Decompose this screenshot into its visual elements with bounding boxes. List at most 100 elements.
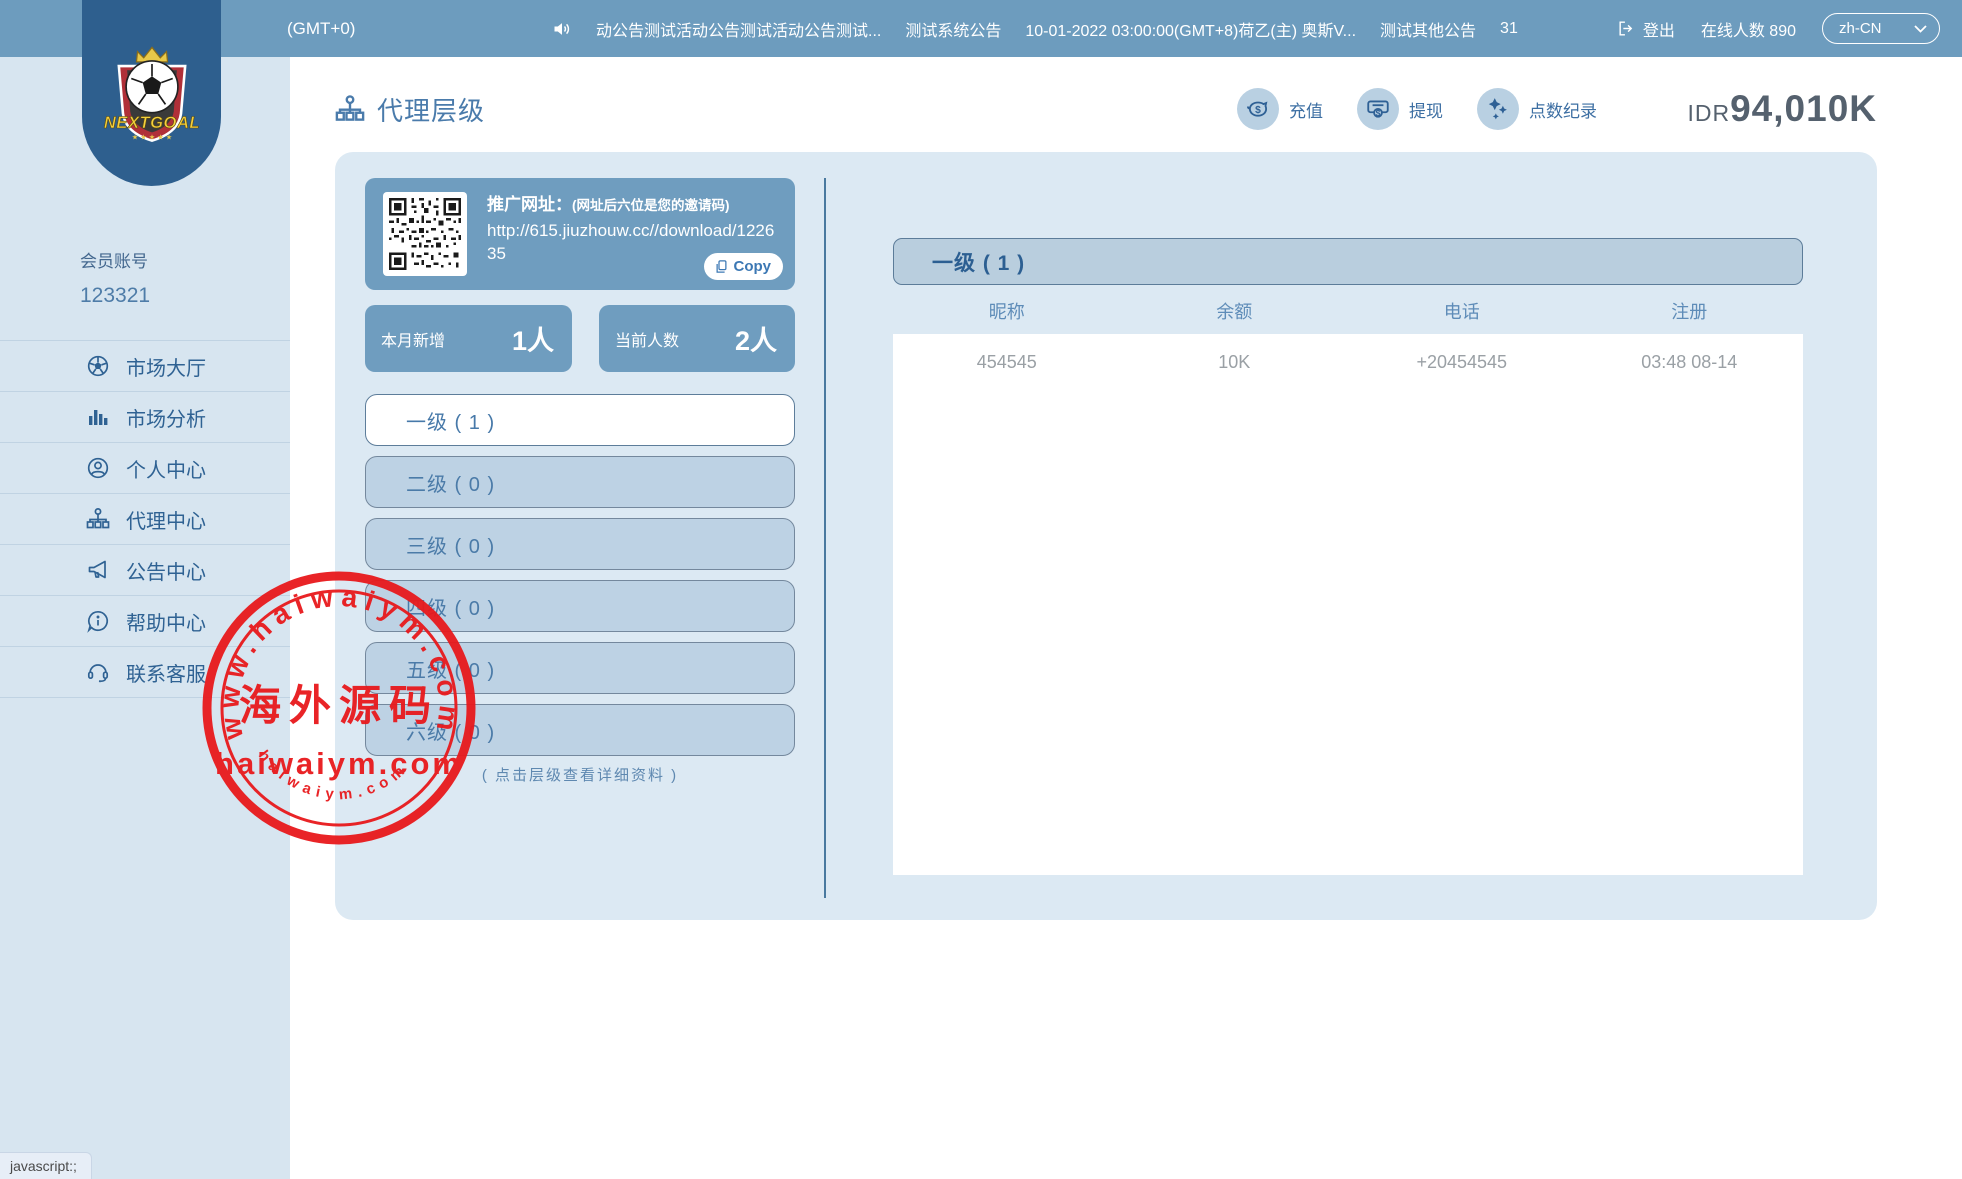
sidebar: 会员账号 123321 市场大厅 bbox=[0, 57, 290, 1179]
topbar: (GMT+0) 动公告测试活动公告测试活动公告测试... 测试系统公告 10-0… bbox=[0, 0, 1962, 57]
sidebar-item-market-hall[interactable]: 市场大厅 bbox=[0, 341, 290, 392]
column-header: 昵称 bbox=[893, 298, 1121, 324]
points-record-button[interactable]: 点数纪录 bbox=[1477, 88, 1597, 130]
sitemap-icon bbox=[86, 507, 110, 531]
stat-label: 当前人数 bbox=[615, 327, 679, 351]
copy-icon bbox=[714, 259, 729, 274]
page-title: 代理层级 bbox=[377, 91, 485, 128]
logo[interactable]: NEXTGOAL ★ ★ ★ ★ ★ bbox=[82, 0, 221, 186]
info-icon bbox=[86, 609, 110, 633]
ticker-item[interactable]: 10-01-2022 03:00:00(GMT+8)荷乙(主) 奥斯V... bbox=[1025, 17, 1356, 41]
vertical-divider bbox=[824, 178, 826, 898]
sidebar-item-help-center[interactable]: 帮助中心 bbox=[0, 596, 290, 647]
brand-stars: ★ ★ ★ ★ ★ bbox=[131, 133, 172, 142]
withdraw-button[interactable]: $ 提现 bbox=[1357, 88, 1443, 130]
column-header: 余额 bbox=[1121, 298, 1349, 324]
language-select[interactable]: zh-CN bbox=[1822, 13, 1940, 44]
ticker-item[interactable]: 测试其他公告 bbox=[1380, 17, 1476, 41]
sidebar-item-personal-center[interactable]: 个人中心 bbox=[0, 443, 290, 494]
promo-hint: (网址后六位是您的邀请码) bbox=[572, 198, 730, 213]
sidebar-item-label: 联系客服 bbox=[126, 658, 206, 687]
agent-panel: 推广网址：(网址后六位是您的邀请码) http://615.jiuzhouw.c… bbox=[335, 152, 1877, 920]
level-button-2[interactable]: 二级 ( 0 ) bbox=[365, 456, 795, 508]
piggy-bank-icon: $ bbox=[1237, 88, 1279, 130]
level-button-3[interactable]: 三级 ( 0 ) bbox=[365, 518, 795, 570]
qr-code bbox=[383, 192, 467, 276]
level-button-4[interactable]: 四级 ( 0 ) bbox=[365, 580, 795, 632]
stat-label: 本月新增 bbox=[381, 327, 445, 351]
balance-value: 94,010K bbox=[1730, 88, 1877, 130]
sitemap-icon bbox=[335, 94, 365, 124]
withdraw-icon: $ bbox=[1357, 88, 1399, 130]
promo-title-text: 推广网址： bbox=[487, 195, 572, 214]
user-icon bbox=[86, 456, 110, 480]
timezone-label: (GMT+0) bbox=[287, 0, 355, 57]
sidebar-item-market-analysis[interactable]: 市场分析 bbox=[0, 392, 290, 443]
account-label: 会员账号 bbox=[80, 247, 290, 272]
stat-value: 2人 bbox=[735, 319, 777, 358]
sidebar-menu: 市场大厅 市场分析 bbox=[0, 340, 290, 698]
logout-icon bbox=[1617, 19, 1636, 38]
sidebar-item-label: 个人中心 bbox=[126, 454, 206, 483]
column-header: 电话 bbox=[1348, 298, 1576, 324]
status-bar-link-preview: javascript:; bbox=[0, 1152, 92, 1179]
level-button-1[interactable]: 一级 ( 1 ) bbox=[365, 394, 795, 446]
level-button-6[interactable]: 六级 ( 0 ) bbox=[365, 704, 795, 756]
online-count: 在线人数 890 bbox=[1701, 17, 1796, 41]
level-label: 五级 ( 0 ) bbox=[406, 654, 495, 683]
sidebar-item-contact-support[interactable]: 联系客服 bbox=[0, 647, 290, 698]
balance-currency: IDR bbox=[1687, 100, 1730, 127]
level-label: 六级 ( 0 ) bbox=[406, 716, 495, 745]
chevron-down-icon bbox=[1914, 25, 1927, 33]
points-record-label: 点数纪录 bbox=[1529, 97, 1597, 122]
level-label: 四级 ( 0 ) bbox=[406, 592, 495, 621]
account-value: 123321 bbox=[80, 284, 290, 308]
sidebar-item-agent-center[interactable]: 代理中心 bbox=[0, 494, 290, 545]
sidebar-item-label: 帮助中心 bbox=[126, 607, 206, 636]
table-row: 454545 10K +20454545 03:48 08-14 bbox=[893, 334, 1803, 390]
column-header: 注册 bbox=[1576, 298, 1804, 324]
recharge-button[interactable]: $ 充值 bbox=[1237, 88, 1323, 130]
account-info: 会员账号 123321 bbox=[80, 247, 290, 308]
sidebar-item-announcement-center[interactable]: 公告中心 bbox=[0, 545, 290, 596]
level-button-5[interactable]: 五级 ( 0 ) bbox=[365, 642, 795, 694]
logout-button[interactable]: 登出 bbox=[1617, 17, 1675, 41]
header-actions: $ 充值 $ 提现 bbox=[1237, 88, 1597, 130]
megaphone-icon bbox=[86, 558, 110, 582]
copy-label: Copy bbox=[734, 258, 772, 275]
headset-icon bbox=[86, 660, 110, 684]
promo-box: 推广网址：(网址后六位是您的邀请码) http://615.jiuzhouw.c… bbox=[365, 178, 795, 290]
stat-current-count: 当前人数 2人 bbox=[599, 305, 795, 372]
announcement-ticker: 动公告测试活动公告测试活动公告测试... 测试系统公告 10-01-2022 0… bbox=[552, 0, 1518, 57]
copy-button[interactable]: Copy bbox=[704, 253, 784, 280]
logout-label: 登出 bbox=[1643, 17, 1675, 41]
bar-chart-icon bbox=[86, 405, 110, 429]
levels-note: ( 点击层级查看详细资料 ) bbox=[365, 764, 795, 785]
cell-phone: +20454545 bbox=[1348, 352, 1576, 373]
level-list: 一级 ( 1 ) 二级 ( 0 ) 三级 ( 0 ) 四级 ( 0 ) 五级 (… bbox=[365, 394, 795, 766]
balance-display: IDR 94,010K bbox=[1687, 88, 1877, 130]
promo-title: 推广网址：(网址后六位是您的邀请码) bbox=[487, 190, 783, 215]
svg-text:$: $ bbox=[1255, 105, 1261, 116]
speaker-icon bbox=[552, 19, 572, 39]
ticker-item[interactable]: 动公告测试活动公告测试活动公告测试... bbox=[596, 17, 881, 41]
recharge-label: 充值 bbox=[1289, 97, 1323, 122]
ticker-item[interactable]: 31 bbox=[1500, 20, 1518, 38]
brand-text: NEXTGOAL bbox=[103, 113, 199, 132]
table-header: 昵称 余额 电话 注册 bbox=[893, 298, 1803, 324]
table-title-bar: 一级 ( 1 ) bbox=[893, 238, 1803, 285]
sidebar-item-label: 公告中心 bbox=[126, 556, 206, 585]
level-label: 三级 ( 0 ) bbox=[406, 530, 495, 559]
sparkles-icon bbox=[1477, 88, 1519, 130]
stat-new-this-month: 本月新增 1人 bbox=[365, 305, 572, 372]
withdraw-label: 提现 bbox=[1409, 97, 1443, 122]
svg-text:$: $ bbox=[1376, 108, 1381, 118]
sidebar-item-label: 市场分析 bbox=[126, 403, 206, 432]
level-label: 一级 ( 1 ) bbox=[406, 406, 495, 435]
table-title: 一级 ( 1 ) bbox=[932, 247, 1025, 277]
ticker-item[interactable]: 测试系统公告 bbox=[905, 17, 1001, 41]
sidebar-item-label: 市场大厅 bbox=[126, 352, 206, 381]
cell-registered: 03:48 08-14 bbox=[1576, 352, 1804, 373]
table-body: 454545 10K +20454545 03:48 08-14 bbox=[893, 334, 1803, 875]
language-value: zh-CN bbox=[1839, 20, 1882, 37]
